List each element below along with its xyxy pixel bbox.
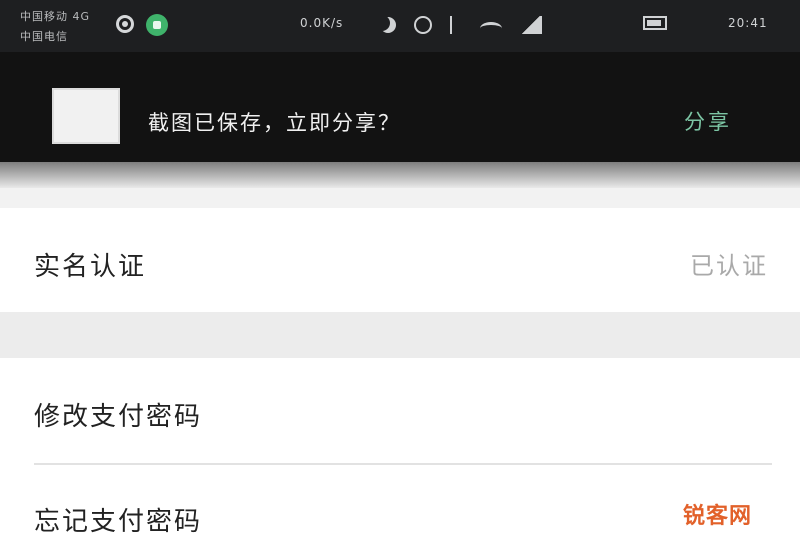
carrier-label-2: 中国电信: [20, 30, 68, 43]
watermark-logo: 锐客网: [682, 504, 752, 529]
share-button[interactable]: 分享: [684, 106, 732, 136]
screenshot-thumbnail[interactable]: [52, 88, 120, 144]
battery-icon: [643, 16, 667, 30]
list-item-forgot-payment-password[interactable]: 忘记支付密码: [0, 465, 800, 550]
wechat-notification-icon: [146, 14, 168, 36]
status-time: 20:41: [728, 16, 768, 30]
screenshot-notice[interactable]: 截图已保存，立即分享？ 分享: [0, 52, 800, 162]
notice-shadow: [0, 162, 800, 188]
do-not-disturb-icon: [380, 17, 396, 33]
network-speed: 0.0K/s: [300, 16, 344, 30]
status-icons: [380, 16, 542, 35]
carrier-label-1: 中国移动 4G: [20, 10, 91, 23]
list-item-real-name-auth[interactable]: 实名认证 已认证: [0, 208, 800, 312]
section-gap: [0, 188, 800, 208]
signal-icon: [520, 16, 542, 34]
status-bar: 中国移动 4G 中国电信 0.0K/s 20:41: [0, 0, 800, 52]
list-item-change-payment-password[interactable]: 修改支付密码: [0, 358, 800, 464]
notice-text: 截图已保存，立即分享？: [148, 111, 401, 135]
list-item-label: 忘记支付密码: [34, 507, 203, 537]
wifi-icon: [480, 22, 502, 35]
bluetooth-icon: [450, 16, 462, 34]
auth-status-value: 已认证: [690, 252, 768, 280]
settings-gear-icon: [116, 15, 134, 33]
list-item-label: 实名认证: [34, 252, 147, 282]
section-gap: [0, 312, 800, 358]
alarm-icon: [414, 16, 432, 34]
list-item-label: 修改支付密码: [34, 402, 203, 432]
